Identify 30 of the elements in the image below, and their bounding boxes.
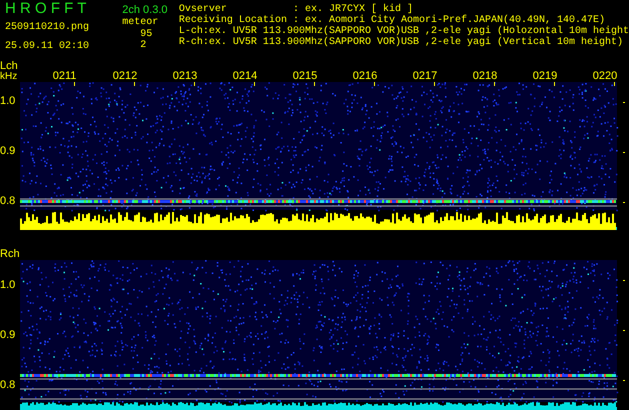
app-title: H R O F F T [5,0,88,18]
time-label: 0214 [232,70,258,82]
channel-label: Rch [0,248,20,260]
frequency-label: 0.8 [0,379,16,391]
channel-label: Lch [0,60,18,72]
info-line: Ovserver : ex. JR7CYX [ kid ] [178,4,413,15]
frequency-label: 1.0 [0,95,16,107]
time-label: 0211 [52,70,78,82]
unit-label: kHz [0,72,18,82]
meteor-label: meteor [122,17,160,29]
frequency-label: 0.8 [0,195,16,207]
frequency-label: 0.9 [0,145,16,157]
info-line: R-ch:ex. UV5R 113.900Mhz(SAPPORO VOR)USB ,2-ele yagi (Vertical 10m height) [178,37,624,48]
time-label: 0212 [112,70,138,82]
time-label: 0213 [172,70,198,82]
time-label: 0217 [412,70,438,82]
time-label: 0220 [592,70,618,82]
frequency-label: 0.9 [0,329,16,341]
info-line: Receiving Location : ex. Aomori City Aomori-Pref.JAPAN(40.49N, 140.47E) [178,15,605,26]
time-label: 0219 [532,70,558,82]
time-label: 0216 [352,70,378,82]
file-name: 2509110210.png [5,22,90,34]
meteor-count: 95 [139,29,154,40]
time-label: 0215 [292,70,318,82]
date-time: 25.09.11 02:10 [5,41,90,53]
frequency-label: 1.0 [0,279,16,291]
time-label: 0218 [472,70,498,82]
info-line: L-ch:ex. UV5R 113.900Mhz(SAPPORO VOR)USB ,2-ele yagi (Holozontal 10m height [178,26,629,37]
version-label: 2ch 0.3.0 [122,3,169,17]
meteor-count: 2 [139,40,148,51]
